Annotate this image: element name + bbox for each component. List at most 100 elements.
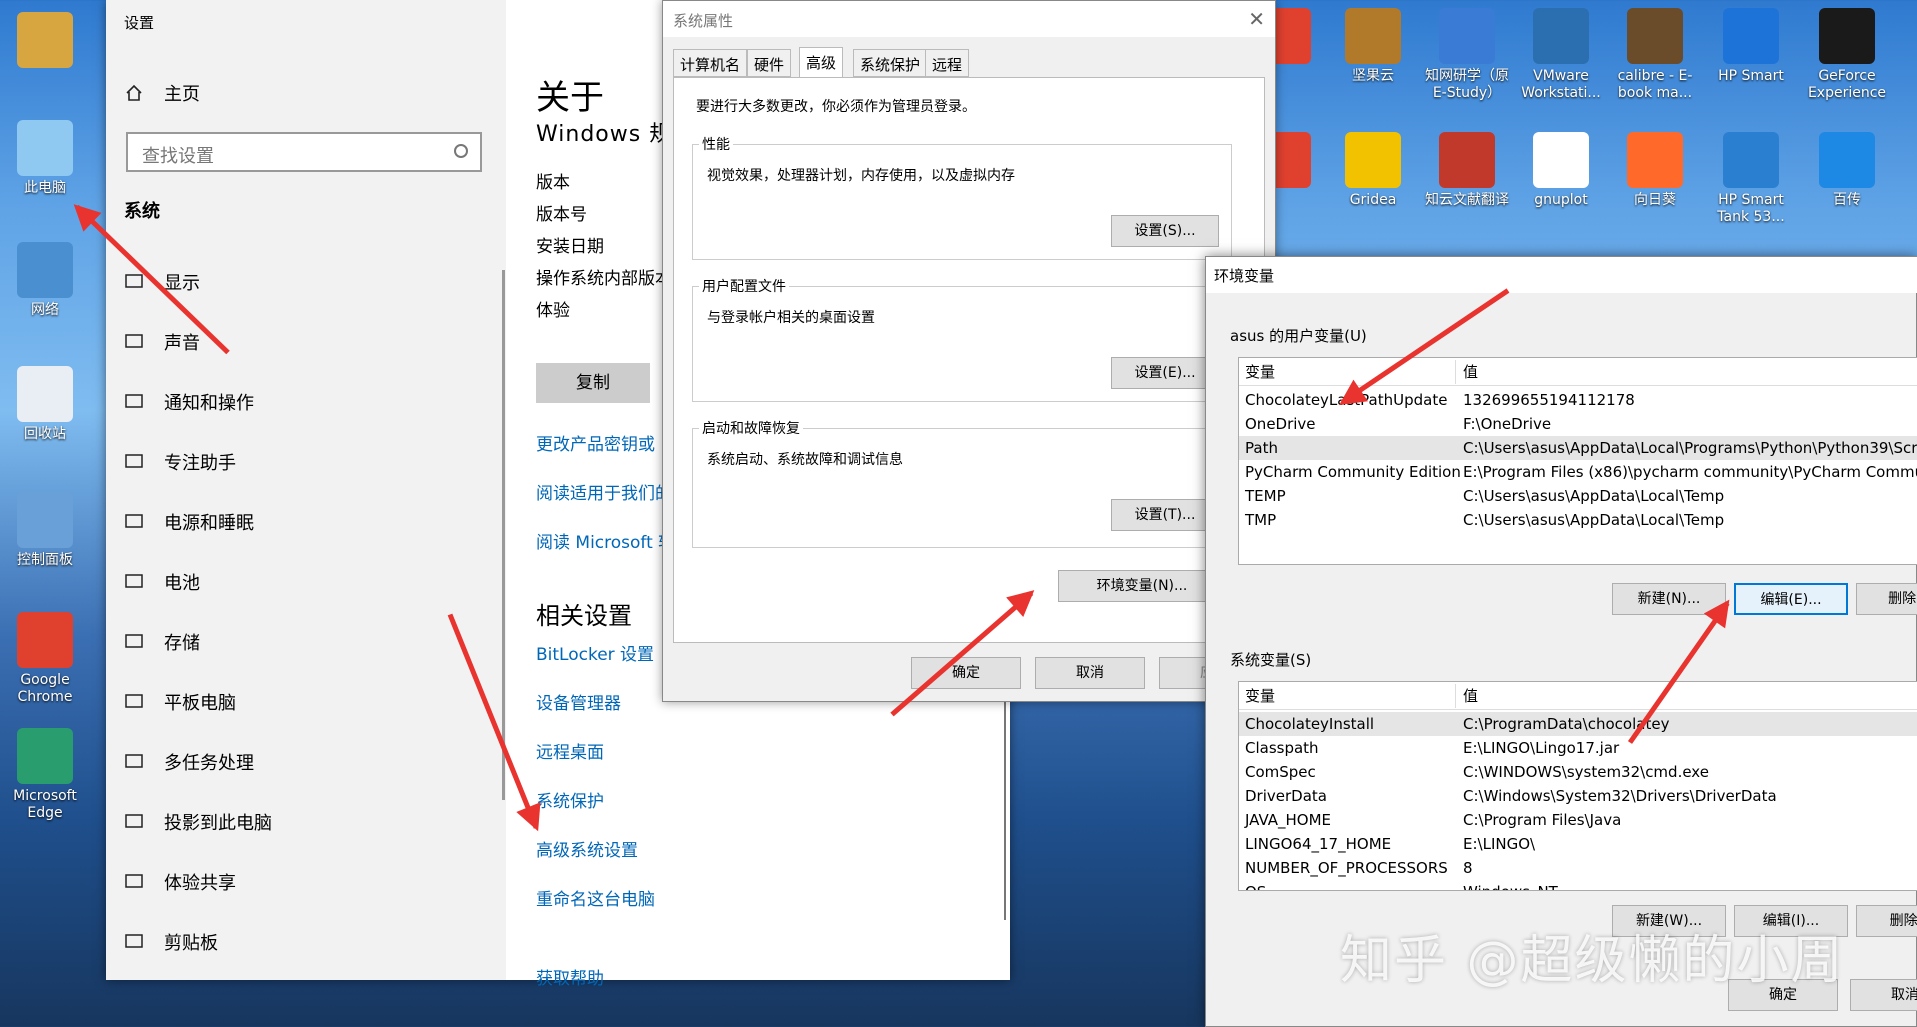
desktop-icon[interactable]: 网络 bbox=[0, 242, 90, 319]
nav-home[interactable]: 主页 bbox=[124, 73, 200, 113]
tab[interactable]: 系统保护 bbox=[853, 49, 928, 77]
variable-value: E:\LINGO\Lingo17.jar bbox=[1463, 739, 1620, 757]
performance-settings-button[interactable]: 设置(S)... bbox=[1111, 215, 1219, 247]
desktop-icon[interactable]: calibre - E-book ma... bbox=[1610, 8, 1700, 102]
app-icon bbox=[1533, 8, 1589, 64]
variable-row[interactable]: TMP C:\Users\asus\AppData\Local\Temp bbox=[1239, 508, 1917, 532]
nav-item-label: 投影到此电脑 bbox=[164, 813, 272, 834]
system-delete-button[interactable]: 删除(L) bbox=[1856, 905, 1917, 937]
related-link[interactable]: BitLocker 设置 bbox=[536, 640, 654, 665]
nav-item[interactable]: 存储 bbox=[124, 622, 200, 662]
desktop-icon[interactable]: HP Smart Tank 53... bbox=[1706, 132, 1796, 226]
variable-row[interactable]: OS Windows_NT bbox=[1239, 880, 1917, 890]
variable-value: E:\Program Files (x86)\pycharm community… bbox=[1463, 463, 1917, 481]
nav-item[interactable]: 多任务处理 bbox=[124, 742, 254, 782]
user-col-variable[interactable]: 变量 bbox=[1245, 358, 1275, 386]
variable-row[interactable]: Path C:\Users\asus\AppData\Local\Programs… bbox=[1239, 436, 1917, 460]
nav-item[interactable]: 显示 bbox=[124, 262, 200, 302]
desktop-icon[interactable]: gnuplot bbox=[1516, 132, 1606, 209]
variable-row[interactable]: NUMBER_OF_PROCESSORS 8 bbox=[1239, 856, 1917, 880]
tab[interactable]: 高级 bbox=[799, 47, 844, 79]
variable-value: 132699655194112178 bbox=[1463, 391, 1635, 409]
user-delete-button[interactable]: 删除(D) bbox=[1856, 583, 1917, 615]
nav-item[interactable]: 剪贴板 bbox=[124, 922, 218, 962]
cancel-button[interactable]: 取消 bbox=[1035, 657, 1145, 689]
variable-row[interactable]: ComSpec C:\WINDOWS\system32\cmd.exe bbox=[1239, 760, 1917, 784]
environment-variables-button[interactable]: 环境变量(N)... bbox=[1058, 570, 1226, 602]
envvars-cancel-button[interactable]: 取消 bbox=[1850, 979, 1917, 1011]
nav-item[interactable]: 声音 bbox=[124, 322, 200, 362]
about-link[interactable]: 阅读适用于我们的 bbox=[536, 479, 672, 504]
variable-row[interactable]: ChocolateyInstall C:\ProgramData\chocolat… bbox=[1239, 712, 1917, 736]
tab[interactable]: 计算机名 bbox=[673, 49, 748, 77]
related-link[interactable]: 远程桌面 bbox=[536, 738, 604, 763]
nav-icon bbox=[124, 932, 148, 952]
desktop-icon[interactable]: 回收站 bbox=[0, 366, 90, 443]
nav-item[interactable]: 专注助手 bbox=[124, 442, 236, 482]
desktop-icon[interactable]: VMware Workstati... bbox=[1516, 8, 1606, 102]
user-profile-group: 用户配置文件 与登录帐户相关的桌面设置 设置(E)... bbox=[692, 276, 1232, 402]
user-profile-settings-button[interactable]: 设置(E)... bbox=[1111, 357, 1219, 389]
sys-col-value[interactable]: 值 bbox=[1463, 682, 1478, 710]
close-icon[interactable]: ✕ bbox=[1248, 7, 1265, 31]
nav-item[interactable]: 通知和操作 bbox=[124, 382, 254, 422]
user-profile-desc: 与登录帐户相关的桌面设置 bbox=[707, 310, 875, 326]
about-link[interactable]: 更改产品密钥或 bbox=[536, 430, 655, 455]
sysprops-title: 系统属性 bbox=[673, 12, 734, 30]
sidebar-scrollbar[interactable] bbox=[502, 270, 505, 800]
desktop-icon[interactable]: 坚果云 bbox=[1328, 8, 1418, 85]
system-variables-table[interactable]: 变量 值 ChocolateyInstall C:\ProgramData\cho… bbox=[1238, 681, 1917, 891]
search-icon bbox=[454, 144, 468, 158]
startup-recovery-group: 启动和故障恢复 系统启动、系统故障和调试信息 设置(T)... bbox=[692, 418, 1232, 548]
nav-item[interactable]: 平板电脑 bbox=[124, 682, 236, 722]
desktop-icon[interactable]: 百传 bbox=[1802, 132, 1892, 209]
desktop-icon[interactable]: HP Smart bbox=[1706, 8, 1796, 85]
desktop-icon[interactable]: 控制面板 bbox=[0, 492, 90, 569]
nav-item[interactable]: 电源和睡眠 bbox=[124, 502, 254, 542]
variable-row[interactable]: LINGO64_17_HOME E:\LINGO\ bbox=[1239, 832, 1917, 856]
nav-item[interactable]: 电池 bbox=[124, 562, 200, 602]
variable-row[interactable]: OneDrive F:\OneDrive bbox=[1239, 412, 1917, 436]
desktop-icon[interactable]: Gridea bbox=[1328, 132, 1418, 209]
spec-label: 操作系统内部版本 bbox=[536, 269, 672, 289]
desktop-icon[interactable]: 知云文献翻译 bbox=[1422, 132, 1512, 209]
sys-col-variable[interactable]: 变量 bbox=[1245, 682, 1275, 710]
desktop-icon[interactable]: 此电脑 bbox=[0, 120, 90, 197]
desktop-icon[interactable]: Microsoft Edge bbox=[0, 728, 90, 822]
desktop-icon[interactable]: Google Chrome bbox=[0, 612, 90, 706]
related-link[interactable]: 设备管理器 bbox=[536, 689, 621, 714]
nav-item[interactable]: 体验共享 bbox=[124, 862, 236, 902]
related-link[interactable]: 高级系统设置 bbox=[536, 836, 638, 861]
spec-label: 版本号 bbox=[536, 205, 587, 225]
get-help-link[interactable]: 获取帮助 bbox=[536, 964, 604, 989]
variable-row[interactable]: TEMP C:\Users\asus\AppData\Local\Temp bbox=[1239, 484, 1917, 508]
app-icon bbox=[17, 728, 73, 784]
nav-item-label: 专注助手 bbox=[164, 453, 236, 474]
desktop-icon[interactable]: 向日葵 bbox=[1610, 132, 1700, 209]
nav-item[interactable]: 投影到此电脑 bbox=[124, 802, 272, 842]
user-table-header: 变量 值 bbox=[1239, 358, 1917, 386]
settings-sidebar: 设置 主页 查找设置 系统 显示 声音 通知和操作 专注助手 电源和睡眠 电池 存储 平板电脑… bbox=[106, 0, 506, 980]
desktop-icon[interactable] bbox=[0, 12, 90, 72]
settings-search-input[interactable]: 查找设置 bbox=[126, 132, 482, 172]
related-link[interactable]: 重命名这台电脑 bbox=[536, 885, 655, 910]
about-link[interactable]: 阅读 Microsoft 软 bbox=[536, 528, 675, 553]
user-col-value[interactable]: 值 bbox=[1463, 358, 1478, 386]
tab[interactable]: 硬件 bbox=[747, 49, 792, 77]
tab[interactable]: 远程 bbox=[925, 49, 970, 77]
desktop-icon-label: Microsoft Edge bbox=[13, 788, 77, 821]
desktop-icon[interactable]: GeForce Experience bbox=[1802, 8, 1892, 102]
variable-row[interactable]: DriverData C:\Windows\System32\Drivers\Dr… bbox=[1239, 784, 1917, 808]
related-link[interactable]: 系统保护 bbox=[536, 787, 604, 812]
variable-row[interactable]: Classpath E:\LINGO\Lingo17.jar bbox=[1239, 736, 1917, 760]
performance-group: 性能 视觉效果，处理器计划，内存使用，以及虚拟内存 设置(S)... bbox=[692, 134, 1232, 260]
app-icon bbox=[1723, 8, 1779, 64]
desktop-icon[interactable]: 知网研学（原 E-Study） bbox=[1422, 8, 1512, 102]
app-icon bbox=[17, 492, 73, 548]
variable-row[interactable]: PyCharm Community Edition E:\Program File… bbox=[1239, 460, 1917, 484]
startup-settings-button[interactable]: 设置(T)... bbox=[1111, 499, 1219, 531]
user-edit-button[interactable]: 编辑(E)... bbox=[1734, 583, 1848, 615]
variable-row[interactable]: JAVA_HOME C:\Program Files\Java bbox=[1239, 808, 1917, 832]
desktop-icon-label: 知网研学（原 E-Study） bbox=[1425, 68, 1509, 101]
copy-button[interactable]: 复制 bbox=[536, 363, 650, 403]
